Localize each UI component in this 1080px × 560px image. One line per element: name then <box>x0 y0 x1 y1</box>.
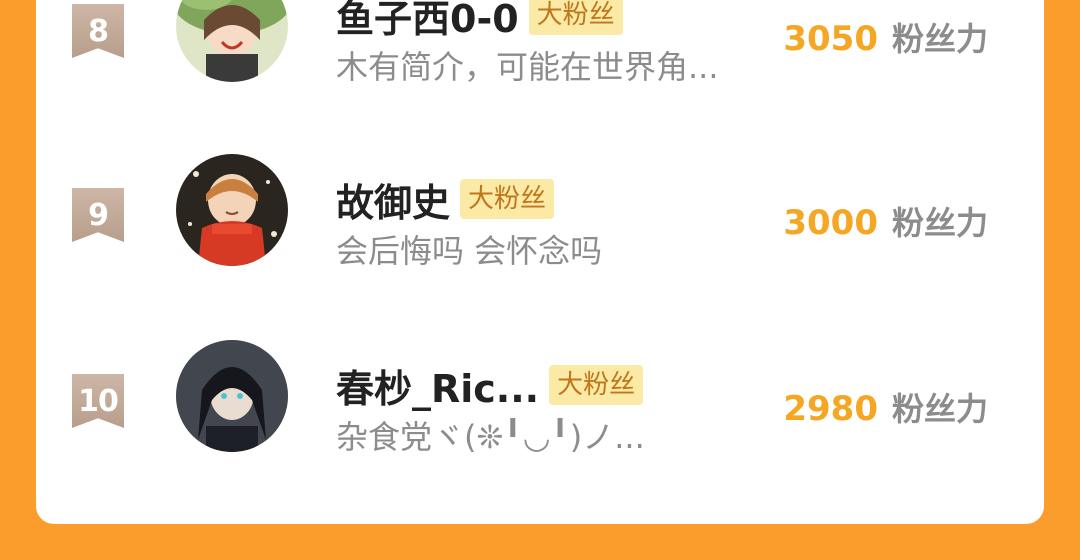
rank-ribbon: 8 <box>72 4 124 58</box>
fan-bio: 杂食党ヾ(❊╹◡╹)ノ... <box>336 418 645 456</box>
fan-row[interactable]: 8 鱼子西0-0 大粉丝 木有简介，可能在世界角... 3050 粉丝力 <box>36 0 1044 120</box>
avatar[interactable] <box>176 0 288 82</box>
fan-level-badge: 大粉丝 <box>528 0 623 35</box>
avatar-image <box>176 154 288 266</box>
fan-row[interactable]: 9 故御史 大粉丝 会后悔吗 会怀念吗 3000 粉丝力 <box>36 154 1044 304</box>
fan-name[interactable]: 春杪_Ric... <box>336 358 539 413</box>
avatar[interactable] <box>176 154 288 266</box>
fan-score: 2980 <box>783 389 878 429</box>
fan-level-badge: 大粉丝 <box>460 179 555 219</box>
fan-name[interactable]: 鱼子西0-0 <box>336 0 519 43</box>
avatar-image <box>176 0 288 82</box>
avatar-image <box>176 340 288 452</box>
fan-bio: 会后悔吗 会怀念吗 <box>336 232 603 270</box>
fan-name[interactable]: 故御史 <box>336 172 450 227</box>
rank-ribbon: 9 <box>72 188 124 242</box>
fan-score: 3000 <box>783 203 878 243</box>
fan-ranking-card: 8 鱼子西0-0 大粉丝 木有简介，可能在世界角... 3050 粉丝力 9 故… <box>36 0 1044 524</box>
avatar[interactable] <box>176 340 288 452</box>
rank-ribbon: 10 <box>72 374 124 428</box>
fan-score-unit: 粉丝力 <box>891 390 988 428</box>
fan-score-unit: 粉丝力 <box>891 20 988 58</box>
fan-score: 3050 <box>783 19 878 59</box>
fan-row[interactable]: 10 春杪_Ric... 大粉丝 杂食党ヾ(❊╹◡╹)ノ... 2980 粉丝力 <box>36 340 1044 490</box>
fan-bio: 木有简介，可能在世界角... <box>336 48 719 86</box>
fan-level-badge: 大粉丝 <box>549 365 644 405</box>
fan-score-unit: 粉丝力 <box>891 204 988 242</box>
